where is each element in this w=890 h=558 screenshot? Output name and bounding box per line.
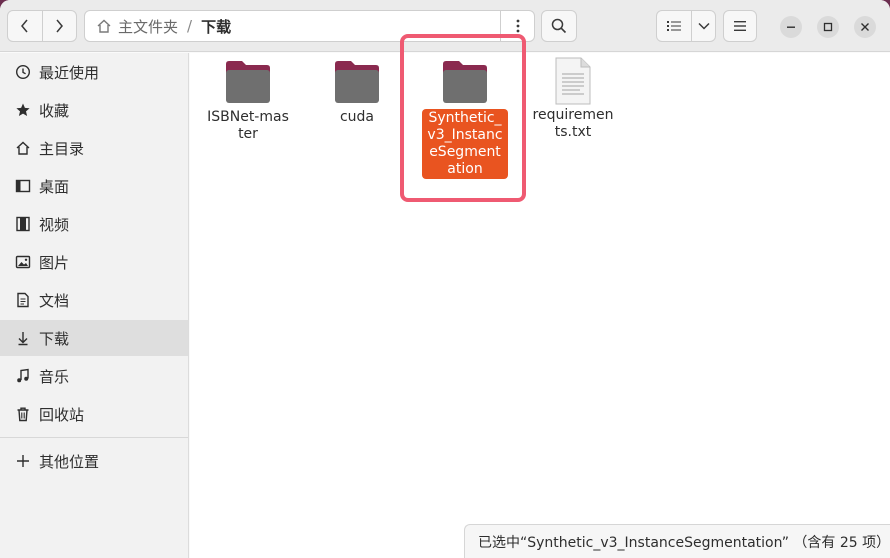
chevron-right-icon xyxy=(56,19,64,33)
sidebar-item-recent[interactable]: 最近使用 xyxy=(0,54,188,90)
sidebar-item-label: 其他位置 xyxy=(39,452,100,471)
file-name: cuda xyxy=(339,109,375,125)
sidebar-item-label: 最近使用 xyxy=(39,63,100,82)
image-icon xyxy=(12,254,34,270)
sidebar: 最近使用 收藏 主目录 桌面 视频 图片 文档 下载 音乐 回收站 其他位置 xyxy=(0,53,189,558)
desktop-icon xyxy=(12,178,34,194)
home-icon xyxy=(12,140,34,156)
star-icon xyxy=(12,102,34,118)
main-menu-button[interactable] xyxy=(723,10,757,42)
clock-icon xyxy=(12,64,34,80)
header-bar: 主文件夹 / 下载 xyxy=(0,0,890,52)
sidebar-item-label: 收藏 xyxy=(39,101,70,120)
sidebar-item-home[interactable]: 主目录 xyxy=(0,130,188,166)
minimize-icon xyxy=(787,26,795,28)
forward-button[interactable] xyxy=(41,11,77,41)
close-button[interactable] xyxy=(854,16,876,38)
sidebar-item-label: 桌面 xyxy=(39,177,70,196)
folder-icon xyxy=(332,59,382,105)
navigation-buttons xyxy=(7,10,77,42)
path-bar[interactable]: 主文件夹 / 下载 xyxy=(84,10,535,42)
download-icon xyxy=(12,330,34,346)
file-name: requirements.txt xyxy=(532,107,614,140)
plus-icon xyxy=(12,453,34,469)
home-icon xyxy=(96,18,112,34)
folder-icon xyxy=(223,59,273,105)
sidebar-item-trash[interactable]: 回收站 xyxy=(0,396,188,432)
document-icon xyxy=(12,292,34,308)
chevron-left-icon xyxy=(20,19,28,33)
file-view[interactable]: ISBNet-master cuda Synthetic_v3_Instance… xyxy=(190,53,890,558)
vertical-dots-icon xyxy=(516,19,519,33)
chevron-down-icon xyxy=(698,22,710,30)
sidebar-item-other-locations[interactable]: 其他位置 xyxy=(0,443,188,479)
list-view-icon xyxy=(667,21,682,31)
sidebar-divider xyxy=(0,437,188,438)
sidebar-item-music[interactable]: 音乐 xyxy=(0,358,188,394)
breadcrumb-home[interactable]: 主文件夹 xyxy=(118,16,178,37)
sidebar-item-pictures[interactable]: 图片 xyxy=(0,244,188,280)
search-button[interactable] xyxy=(541,10,577,42)
minimize-button[interactable] xyxy=(780,16,802,38)
sidebar-item-label: 文档 xyxy=(39,291,70,310)
sidebar-item-downloads[interactable]: 下载 xyxy=(0,320,188,356)
back-button[interactable] xyxy=(8,11,42,41)
file-item-isbnet-master[interactable]: ISBNet-master xyxy=(200,59,296,143)
status-bar: 已选中“Synthetic_v3_InstanceSegmentation” （… xyxy=(464,524,890,558)
list-view-button[interactable] xyxy=(657,11,691,41)
folder-icon xyxy=(440,59,490,105)
breadcrumb-separator: / xyxy=(187,17,193,35)
text-file-icon xyxy=(548,57,598,105)
maximize-button[interactable] xyxy=(817,16,839,38)
breadcrumb-current[interactable]: 下载 xyxy=(201,16,231,37)
sidebar-item-videos[interactable]: 视频 xyxy=(0,206,188,242)
sidebar-item-label: 音乐 xyxy=(39,367,70,386)
file-item-synthetic-v3-instancesegmentation[interactable]: Synthetic_v3_InstanceSegmentation xyxy=(417,59,513,179)
file-name: ISBNet-master xyxy=(207,109,289,142)
sidebar-item-label: 视频 xyxy=(39,215,70,234)
hamburger-menu-icon xyxy=(734,21,746,31)
file-name: Synthetic_v3_InstanceSegmentation xyxy=(422,109,508,179)
sidebar-item-documents[interactable]: 文档 xyxy=(0,282,188,318)
sidebar-item-label: 回收站 xyxy=(39,405,85,424)
status-text: 已选中“Synthetic_v3_InstanceSegmentation” （… xyxy=(478,534,890,551)
sidebar-item-label: 主目录 xyxy=(39,139,85,158)
file-manager-window: 主文件夹 / 下载 最近使用 收藏 主目录 桌面 视频 图片 文档 下载 音乐 … xyxy=(0,0,890,558)
search-icon xyxy=(551,18,567,34)
sidebar-item-label: 下载 xyxy=(39,329,70,348)
music-icon xyxy=(12,368,34,384)
file-item-requirements-txt[interactable]: requirements.txt xyxy=(525,57,621,141)
view-dropdown-button[interactable] xyxy=(691,11,715,41)
sidebar-item-label: 图片 xyxy=(39,253,70,272)
trash-icon xyxy=(12,406,34,422)
file-item-cuda[interactable]: cuda xyxy=(309,59,405,126)
sidebar-item-starred[interactable]: 收藏 xyxy=(0,92,188,128)
sidebar-item-desktop[interactable]: 桌面 xyxy=(0,168,188,204)
maximize-icon xyxy=(823,22,833,32)
close-icon xyxy=(861,23,869,31)
view-options xyxy=(656,10,716,42)
path-menu-button[interactable] xyxy=(500,11,534,41)
video-icon xyxy=(12,216,34,232)
